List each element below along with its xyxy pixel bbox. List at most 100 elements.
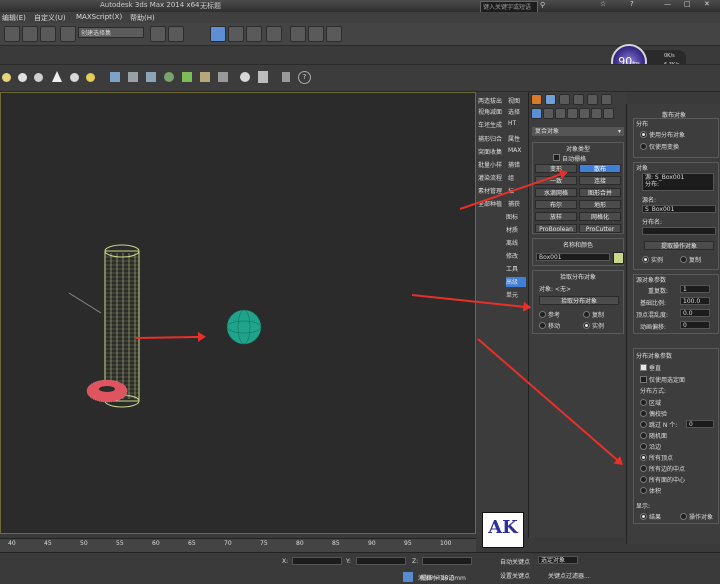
sphere-ico-icon[interactable]	[2, 73, 11, 82]
objects-list[interactable]: 源: S_Box001 分布:	[642, 173, 714, 191]
object-color-swatch[interactable]	[613, 252, 624, 264]
star-icon[interactable]: ☆	[600, 0, 606, 8]
binoculars-icon[interactable]: ⚲	[540, 1, 545, 9]
selection-set-dropdown[interactable]: 创建选择集	[78, 27, 144, 38]
render-setup-icon[interactable]	[308, 26, 324, 42]
utilities-tab-icon[interactable]	[601, 94, 612, 105]
skip-n-radio[interactable]	[640, 421, 647, 428]
layer-icon[interactable]	[210, 26, 226, 42]
distribution-name-field[interactable]	[642, 227, 716, 235]
even-radio[interactable]	[640, 410, 647, 417]
extract-operand-button[interactable]: 提取操作对象	[644, 241, 714, 250]
plugin-item-11[interactable]: 离线	[506, 238, 526, 248]
render-icon[interactable]	[326, 26, 342, 42]
systems-icon[interactable]	[603, 108, 614, 119]
proboolean-button[interactable]: ProBoolean	[535, 224, 577, 233]
all-vertices-radio[interactable]	[640, 454, 647, 461]
geometry-icon[interactable]	[531, 108, 542, 119]
plugin-item-b0[interactable]: 视图	[508, 96, 526, 106]
grid-icon[interactable]	[258, 71, 268, 83]
random-faces-radio[interactable]	[640, 432, 647, 439]
plugin-item-b3[interactable]: 属性	[508, 134, 526, 144]
terrain-button[interactable]: 地形	[579, 200, 621, 209]
category-dropdown[interactable]: 复合对象 ▾	[532, 127, 624, 136]
add-time-tag[interactable]: 添加时间标记	[418, 573, 454, 582]
auto-grid-checkbox[interactable]	[553, 154, 560, 161]
menu-customize[interactable]: 自定义(U)	[34, 13, 66, 23]
selected-faces-checkbox[interactable]	[640, 376, 647, 383]
animation-offset-field[interactable]: 0	[680, 321, 710, 329]
plugin-item-10[interactable]: 材质	[506, 225, 526, 235]
geosphere-icon[interactable]	[18, 73, 27, 82]
light-icon[interactable]	[86, 73, 95, 82]
torus-icon[interactable]	[34, 73, 43, 82]
selected-dropdown[interactable]: 选定对象	[538, 556, 578, 564]
use-distribution-radio[interactable]	[640, 131, 647, 138]
plugin-item-14[interactable]: 高级	[506, 277, 526, 287]
boolean-button[interactable]: 布尔	[535, 200, 577, 209]
key-filters-button[interactable]: 关键点过滤器...	[548, 571, 590, 580]
lights-icon[interactable]	[555, 108, 566, 119]
move-radio[interactable]	[539, 322, 546, 329]
plugin-item-15[interactable]: 单元	[506, 290, 526, 300]
brush-icon[interactable]	[218, 72, 228, 82]
modify-tab-icon[interactable]	[545, 94, 556, 105]
schematic-icon[interactable]	[266, 26, 282, 42]
mirror-icon[interactable]	[150, 26, 166, 42]
hierarchy-icon[interactable]	[146, 72, 156, 82]
along-edges-radio[interactable]	[640, 443, 647, 450]
transforms-only-radio[interactable]	[640, 143, 647, 150]
morph-button[interactable]: 变形	[535, 164, 577, 173]
minimize-icon[interactable]: —	[664, 0, 671, 8]
base-scale-field[interactable]: 100.0	[680, 297, 710, 305]
vertex-chaos-field[interactable]: 0.0	[680, 309, 710, 317]
cameras-icon[interactable]	[567, 108, 578, 119]
deer-icon[interactable]	[200, 72, 210, 82]
source-name-field[interactable]: S_Box001	[642, 205, 716, 213]
scatter-button[interactable]: 散布	[579, 164, 621, 173]
timeline-ruler[interactable]: 40 45 50 55 60 65 70 75 80 85 90 95 100	[0, 538, 476, 553]
skip-n-field[interactable]: 0	[686, 420, 714, 428]
plugin-item-b8[interactable]: 捕获	[508, 199, 526, 209]
material-editor-icon[interactable]	[290, 26, 306, 42]
display-tab-icon[interactable]	[587, 94, 598, 105]
help-circle-icon[interactable]: ?	[298, 71, 311, 84]
loft-button[interactable]: 放样	[535, 212, 577, 221]
ball-icon[interactable]	[240, 72, 250, 82]
helpers-icon[interactable]	[579, 108, 590, 119]
motion-tab-icon[interactable]	[573, 94, 584, 105]
y-coord-field[interactable]	[356, 557, 406, 565]
hierarchy-tab-icon[interactable]	[559, 94, 570, 105]
spacewarps-icon[interactable]	[591, 108, 602, 119]
area-radio[interactable]	[640, 399, 647, 406]
close-icon[interactable]: ✕	[704, 0, 710, 8]
all-face-centers-radio[interactable]	[640, 476, 647, 483]
plugin-item-b6[interactable]: 组	[508, 173, 526, 183]
set-key-button[interactable]: 设置关键点	[500, 571, 530, 580]
plugin-item-12[interactable]: 修改	[506, 251, 526, 261]
tool-icon[interactable]	[128, 72, 138, 82]
help-icon[interactable]: ?	[630, 0, 634, 8]
duplicates-field[interactable]: 1	[680, 285, 710, 293]
extract-instance-radio[interactable]	[642, 256, 649, 263]
connect-button[interactable]: 连接	[579, 176, 621, 185]
auto-key-button[interactable]: 自动关键点	[500, 557, 530, 566]
pattern-icon[interactable]	[110, 72, 120, 82]
plugin-item-9[interactable]: 图标	[506, 212, 526, 222]
teapot-icon[interactable]	[70, 73, 79, 82]
all-edge-midpoints-radio[interactable]	[640, 465, 647, 472]
x-coord-field[interactable]	[292, 557, 342, 565]
plugin-item-b1[interactable]: 选择	[508, 107, 526, 117]
leaf-icon[interactable]	[182, 72, 192, 82]
volume-radio[interactable]	[640, 487, 647, 494]
perspective-viewport[interactable]	[0, 92, 476, 534]
menu-maxscript[interactable]: MAXScript(X)	[76, 13, 122, 21]
globe-icon[interactable]	[164, 72, 174, 82]
shapemerge-button[interactable]: 图形合并	[579, 188, 621, 197]
plugin-item-b2[interactable]: HT	[508, 120, 526, 130]
unlink-icon[interactable]	[22, 26, 38, 42]
procutter-button[interactable]: ProCutter	[579, 224, 621, 233]
z-coord-field[interactable]	[422, 557, 472, 565]
battery-icon[interactable]	[282, 72, 290, 82]
plugin-item-13[interactable]: 工具	[506, 264, 526, 274]
